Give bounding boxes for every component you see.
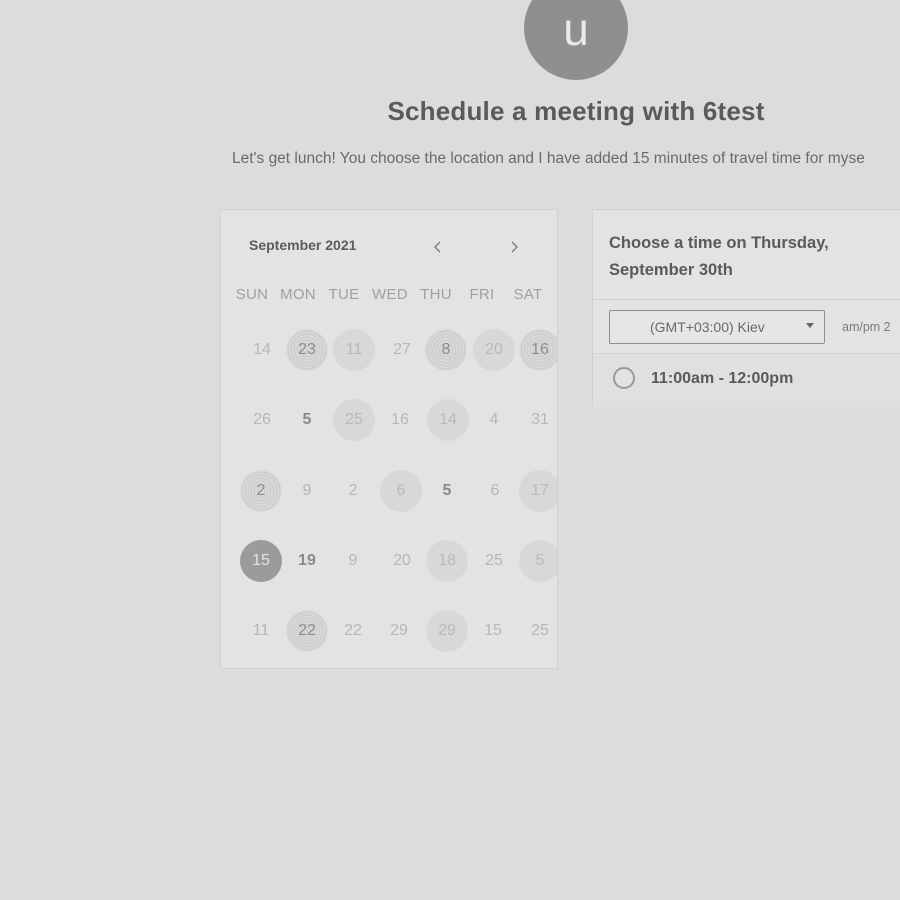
calendar-day[interactable]: 16	[519, 329, 557, 371]
calendar-day: 15	[484, 622, 502, 639]
calendar-day: 11	[252, 622, 270, 639]
avatar-letter: u	[563, 3, 589, 55]
calendar-day[interactable]: 29	[426, 610, 468, 652]
calendar-day: 22	[344, 622, 362, 639]
calendar-day[interactable]: 2	[240, 470, 282, 512]
calendar-day: 16	[391, 411, 409, 428]
weekday-label: SUN	[235, 286, 269, 303]
timezone-select[interactable]: (GMT+03:00) Kiev	[609, 310, 825, 344]
scheduling-page: u Schedule a meeting with 6test Let's ge…	[0, 0, 900, 900]
calendar-day-selected[interactable]: 15	[240, 540, 282, 582]
page-title: Schedule a meeting with 6test	[387, 96, 765, 126]
calendar-panel: September 2021 SUN MON TUE WED THU FRI S…	[220, 209, 558, 669]
calendar-day[interactable]: 25	[333, 399, 375, 441]
calendar-week: 26 5 25 16 14 4 31	[221, 399, 557, 443]
calendar-day[interactable]: 18	[426, 540, 468, 582]
previous-month-button[interactable]	[425, 234, 451, 260]
calendar-day: 2	[348, 482, 358, 499]
time-format-toggle[interactable]: am/pm 2	[842, 320, 891, 334]
calendar-day[interactable]: 11	[333, 329, 375, 371]
caret-down-icon	[806, 323, 814, 328]
calendar-day[interactable]: 20	[473, 329, 515, 371]
time-slot-label: 11:00am - 12:00pm	[651, 370, 794, 387]
host-avatar: u	[524, 0, 628, 80]
calendar-day[interactable]: 19	[286, 540, 328, 582]
weekday-label: FRI	[469, 286, 495, 303]
calendar-day: 25	[485, 552, 503, 569]
calendar-day[interactable]: 14	[427, 399, 469, 441]
calendar-day: 26	[253, 411, 271, 428]
chevron-left-icon	[434, 241, 441, 253]
next-month-button[interactable]	[501, 234, 527, 260]
time-slot-radio[interactable]	[613, 367, 635, 389]
weekday-label: WED	[372, 286, 408, 303]
timezone-value: (GMT+03:00) Kiev	[650, 319, 765, 335]
calendar-week: 15 19 9 20 18 25 5	[221, 540, 557, 584]
weekday-header: SUN MON TUE WED THU FRI SAT	[221, 286, 557, 306]
time-panel-heading: Choose a time on Thursday, September 30t…	[609, 230, 869, 284]
calendar-month-label: September 2021	[249, 237, 357, 253]
calendar-day[interactable]: 5	[286, 399, 328, 441]
time-heading-line1: Choose a time on Thursday,	[609, 234, 829, 252]
chevron-right-icon	[511, 241, 518, 253]
calendar-day[interactable]: 23	[286, 329, 328, 371]
calendar-day: 14	[253, 341, 271, 358]
calendar-day: 27	[393, 341, 411, 358]
calendar-week: 14 23 11 27 8 20 16	[221, 329, 557, 373]
calendar-day[interactable]: 8	[425, 329, 467, 371]
time-selection-panel: Choose a time on Thursday, September 30t…	[592, 209, 900, 407]
meeting-description: Let's get lunch! You choose the location…	[232, 150, 865, 167]
calendar-day[interactable]: 17	[519, 470, 557, 512]
time-slot-row[interactable]: 11:00am - 12:00pm	[593, 353, 900, 407]
calendar-day: 9	[348, 552, 358, 569]
calendar-day[interactable]: 5	[519, 540, 557, 582]
weekday-label: THU	[420, 286, 452, 303]
calendar-day[interactable]: 6	[380, 470, 422, 512]
weekday-label: MON	[280, 286, 316, 303]
time-heading-line2: September 30th	[609, 261, 733, 279]
calendar-week: 11 22 22 29 29 15 25	[221, 610, 557, 654]
weekday-label: TUE	[328, 286, 360, 303]
calendar-day: 9	[302, 482, 312, 499]
weekday-label: SAT	[513, 286, 543, 303]
calendar-week: 2 9 2 6 5 6 17	[221, 470, 557, 514]
calendar-day: 25	[531, 622, 549, 639]
calendar-day[interactable]: 22	[286, 610, 328, 652]
divider	[593, 299, 900, 300]
calendar-day: 29	[390, 622, 408, 639]
calendar-day: 20	[393, 552, 411, 569]
calendar-day: 31	[531, 411, 549, 428]
calendar-day: 4	[489, 411, 499, 428]
calendar-day: 6	[490, 482, 500, 499]
calendar-day[interactable]: 5	[426, 470, 468, 512]
